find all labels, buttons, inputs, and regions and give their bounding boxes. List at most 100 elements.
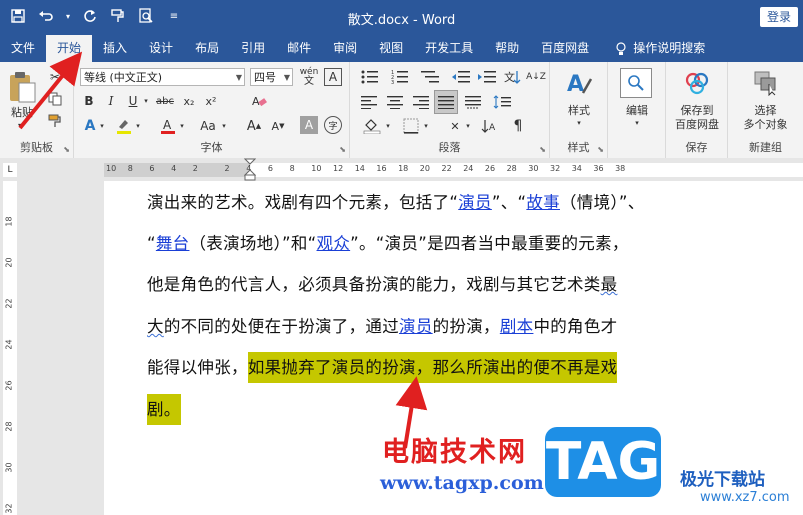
tab-design[interactable]: 设计: [138, 35, 184, 62]
chevron-down-icon[interactable]: ▾: [632, 118, 642, 128]
borders-icon[interactable]: [400, 116, 422, 136]
tab-developer[interactable]: 开发工具: [414, 35, 484, 62]
change-case-icon[interactable]: Aa: [196, 116, 220, 136]
select-objects-line1[interactable]: 选择: [728, 104, 803, 117]
chevron-down-icon[interactable]: ▾: [574, 118, 584, 128]
bullets-icon[interactable]: [358, 68, 382, 86]
dialog-launcher-icon[interactable]: ⬊: [63, 145, 70, 154]
select-objects-icon[interactable]: [751, 68, 781, 98]
text-line-5[interactable]: 能得以伸张，如果抛弃了演员的扮演，那么所演出的便不再是戏: [147, 352, 687, 383]
text-direction-icon[interactable]: A: [478, 116, 500, 136]
styles-gallery-icon[interactable]: A: [564, 68, 594, 100]
tab-selector-icon[interactable]: L: [3, 163, 17, 177]
character-shading-icon[interactable]: A: [300, 116, 318, 134]
save-to-baidu-line1[interactable]: 保存到: [666, 104, 728, 117]
vertical-ruler[interactable]: 18 20 22 24 26 28 30 32: [0, 181, 20, 515]
font-name-select[interactable]: 等线 (中文正文) ▼: [80, 68, 245, 86]
clear-formatting-icon[interactable]: A: [250, 92, 268, 110]
show-marks-icon[interactable]: ¶: [508, 116, 528, 136]
save-to-baidu-line2[interactable]: 百度网盘: [666, 118, 728, 131]
highlighted-text[interactable]: 如果抛弃了演员的扮演，那么所演出的便不再是戏: [247, 352, 618, 383]
hyperlink[interactable]: 观众: [317, 234, 351, 253]
font-color-icon[interactable]: A: [158, 116, 178, 136]
chevron-down-icon[interactable]: ▾: [220, 116, 228, 136]
tab-mailings[interactable]: 邮件: [276, 35, 322, 62]
tab-review[interactable]: 审阅: [322, 35, 368, 62]
text-line-4[interactable]: 大的不同的处便在于扮演了，通过演员的扮演，剧本中的角色才: [147, 313, 687, 337]
chevron-down-icon[interactable]: ▾: [14, 120, 26, 130]
numbering-icon[interactable]: 123: [388, 68, 412, 86]
hyperlink[interactable]: 故事: [526, 193, 560, 212]
editing-button-label[interactable]: 编辑: [612, 104, 662, 117]
tab-insert[interactable]: 插入: [92, 35, 138, 62]
chevron-down-icon[interactable]: ▾: [384, 116, 392, 136]
align-right-icon[interactable]: [410, 92, 432, 112]
chevron-down-icon[interactable]: ▾: [134, 116, 142, 136]
superscript-icon[interactable]: x²: [202, 92, 220, 110]
format-painter-icon[interactable]: [46, 112, 64, 130]
tab-baidu-netdisk[interactable]: 百度网盘: [530, 35, 600, 62]
align-center-icon[interactable]: [384, 92, 406, 112]
tell-me-search[interactable]: 操作说明搜索: [604, 35, 716, 62]
hyperlink[interactable]: 舞台: [156, 234, 190, 253]
tab-layout[interactable]: 布局: [184, 35, 230, 62]
ruler-number: 28: [506, 164, 517, 173]
chevron-down-icon[interactable]: ▾: [464, 116, 472, 136]
align-left-icon[interactable]: [358, 92, 380, 112]
chevron-down-icon[interactable]: ▾: [422, 116, 430, 136]
bold-icon[interactable]: B: [80, 92, 98, 110]
dialog-launcher-icon[interactable]: ⬊: [339, 145, 346, 154]
hyperlink[interactable]: 演员: [458, 193, 492, 212]
text-effects-icon[interactable]: A: [80, 116, 100, 136]
highlighted-text[interactable]: 剧。: [147, 394, 181, 425]
chevron-down-icon[interactable]: ▾: [178, 116, 186, 136]
shrink-font-icon[interactable]: A ▼: [268, 116, 288, 136]
strikethrough-icon[interactable]: abc: [154, 92, 176, 110]
dialog-launcher-icon[interactable]: ⬊: [597, 145, 604, 154]
tab-references[interactable]: 引用: [230, 35, 276, 62]
tab-file[interactable]: 文件: [0, 35, 46, 62]
chinese-layout-icon[interactable]: 文: [502, 68, 524, 86]
tab-home[interactable]: 开始: [46, 35, 93, 62]
chevron-down-icon[interactable]: ▾: [98, 116, 106, 136]
font-size-select[interactable]: 四号 ▼: [250, 68, 293, 86]
increase-indent-icon[interactable]: [476, 68, 498, 86]
hyperlink[interactable]: 演员: [399, 317, 433, 336]
text-line-1[interactable]: 演出来的艺术。戏剧有四个元素，包括了“演员”、“故事（情境）”、: [147, 189, 687, 213]
select-objects-line2[interactable]: 多个对象: [728, 118, 803, 131]
highlight-color-icon[interactable]: [114, 116, 134, 136]
dialog-launcher-icon[interactable]: ⬊: [539, 145, 546, 154]
cut-icon[interactable]: ✂: [46, 68, 64, 86]
tab-view[interactable]: 视图: [368, 35, 414, 62]
tab-help[interactable]: 帮助: [484, 35, 530, 62]
grow-font-icon[interactable]: A ▲: [244, 116, 264, 136]
baidu-netdisk-icon[interactable]: [683, 68, 711, 98]
multilevel-list-icon[interactable]: [418, 68, 442, 86]
text-line-2[interactable]: “舞台（表演场地）”和“观众”。“演员”是四者当中最重要的元素，: [147, 230, 687, 254]
subscript-icon[interactable]: x₂: [180, 92, 198, 110]
login-button[interactable]: 登录: [760, 7, 798, 27]
shading-icon[interactable]: [360, 116, 384, 136]
hyperlink[interactable]: 剧本: [500, 317, 534, 336]
decrease-indent-icon[interactable]: [450, 68, 472, 86]
paste-button[interactable]: [4, 68, 40, 106]
distributed-icon[interactable]: [462, 92, 484, 112]
chevron-down-icon[interactable]: ▾: [142, 92, 150, 110]
text-line-3[interactable]: 他是角色的代言人，必须具备扮演的能力，戏剧与其它艺术类最: [147, 271, 687, 295]
italic-icon[interactable]: I: [102, 92, 120, 110]
horizontal-ruler[interactable]: L 10 8 6 4 2 2 4 6 8 10 12 14 16 18 20 22 24 26 28 30 32 34 36…: [0, 158, 803, 181]
sort-icon[interactable]: A↓Z: [526, 68, 546, 86]
justify-icon[interactable]: [434, 90, 458, 114]
styles-button-label[interactable]: 样式: [554, 104, 604, 117]
character-border-icon[interactable]: A: [324, 68, 342, 86]
asian-layout-icon[interactable]: ✕: [444, 116, 466, 136]
enclose-character-icon[interactable]: 字: [324, 116, 342, 134]
indent-marker-icon[interactable]: [244, 158, 256, 181]
copy-icon[interactable]: [46, 90, 64, 108]
phonetic-guide-icon[interactable]: wén 文: [298, 66, 320, 88]
line-spacing-icon[interactable]: [490, 92, 514, 112]
underline-icon[interactable]: U: [124, 92, 142, 110]
watermark-url: www.tagxp.com: [380, 472, 544, 494]
text-line-6[interactable]: 剧。: [147, 394, 687, 425]
find-icon[interactable]: [620, 68, 652, 98]
